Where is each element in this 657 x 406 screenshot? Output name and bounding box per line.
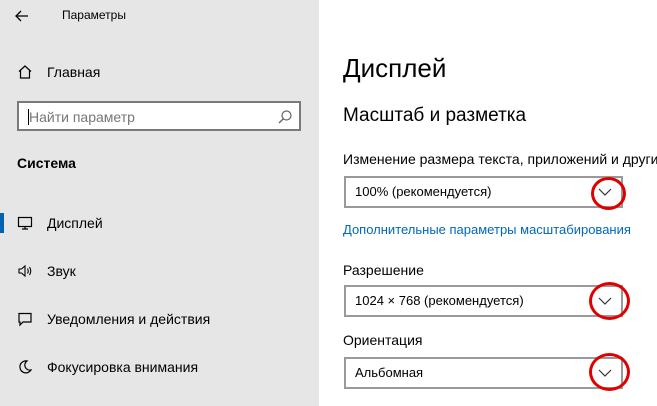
resolution-value: 1024 × 768 (рекомендуется) [355,293,524,308]
moon-icon [16,358,34,376]
highlight-circle [589,353,630,391]
page-title: Дисплей [343,53,447,83]
sidebar-item-label: Дисплей [47,215,103,231]
advanced-scaling-link[interactable]: Дополнительные параметры масштабирования [343,222,631,237]
scale-label: Изменение размера текста, приложений и д… [343,151,657,167]
highlight-circle [589,282,630,320]
sidebar-item-notifications[interactable]: Уведомления и действия [0,301,319,337]
resolution-dropdown[interactable]: 1024 × 768 (рекомендуется) [344,285,623,317]
orientation-label: Ориентация [343,332,423,348]
sidebar-item-label: Звук [47,263,76,279]
sidebar-item-label: Фокусировка внимания [47,359,199,375]
speaker-icon [16,262,34,280]
orientation-value: Альбомная [355,365,424,380]
orientation-dropdown[interactable]: Альбомная [344,357,623,389]
sidebar-item-display[interactable]: Дисплей [0,205,319,241]
sidebar-item-label: Уведомления и действия [47,311,211,327]
scale-value: 100% (рекомендуется) [355,184,492,199]
sidebar-item-focus-assist[interactable]: Фокусировка внимания [0,349,319,385]
display-icon [16,214,34,232]
sidebar-item-label: Главная [47,64,101,80]
back-arrow-icon [15,10,28,22]
search-icon[interactable] [277,109,293,125]
sidebar: Параметры Главная Найти параметр Система [0,0,319,406]
main-content: Дисплей Масштаб и разметка Изменение раз… [319,0,657,406]
highlight-circle [591,177,626,210]
home-icon [16,63,34,81]
scale-dropdown[interactable]: 100% (рекомендуется) [344,176,623,208]
app-title: Параметры [62,8,126,22]
section-heading: Масштаб и разметка [343,105,527,126]
sidebar-item-sound[interactable]: Звук [0,253,319,289]
search-placeholder: Найти параметр [29,109,135,125]
back-button[interactable] [10,4,34,28]
resolution-label: Разрешение [343,262,424,278]
sidebar-item-home[interactable]: Главная [0,54,319,90]
notification-icon [16,310,34,328]
search-input[interactable]: Найти параметр [17,101,301,131]
section-title: Система [17,155,76,171]
